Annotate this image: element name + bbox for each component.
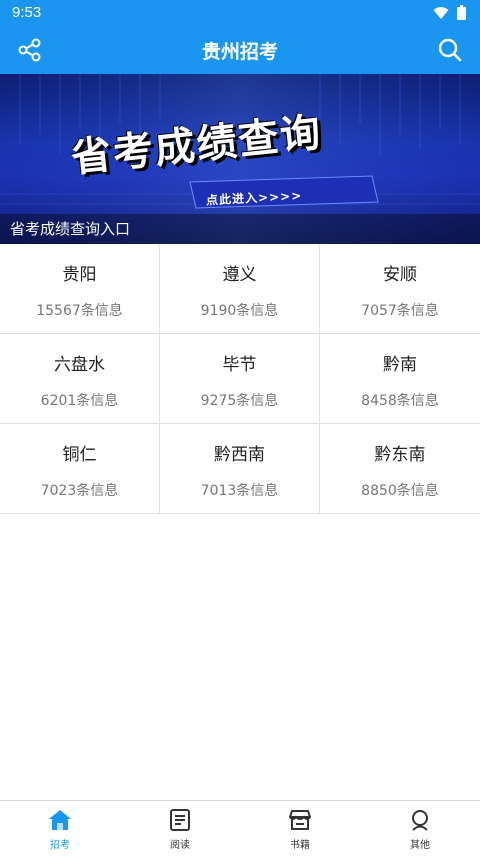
region-name: 铜仁: [62, 445, 97, 465]
region-cell-anshun[interactable]: 安顺 7057条信息: [320, 244, 480, 334]
person-icon: [412, 810, 428, 831]
home-icon: [49, 810, 71, 830]
region-count: 7013条信息: [200, 483, 279, 499]
banner-caption: 省考成绩查询入口: [0, 214, 480, 244]
region-cell-guiyang[interactable]: 贵阳 15567条信息: [0, 244, 160, 334]
tab-label: 其他: [410, 840, 430, 851]
region-cell-qianxinan[interactable]: 黔西南 7013条信息: [160, 424, 320, 514]
app-bar: 贵州招考: [0, 26, 480, 74]
grid-row: 贵阳 15567条信息 遵义 9190条信息 安顺 7057条信息: [0, 244, 480, 334]
region-cell-bijie[interactable]: 毕节 9275条信息: [160, 334, 320, 424]
region-name: 安顺: [383, 265, 417, 285]
status-bar: 9:53: [0, 0, 480, 26]
battery-icon: [457, 5, 466, 20]
search-icon[interactable]: [437, 37, 463, 63]
region-name: 六盘水: [54, 355, 105, 375]
grid-row: 六盘水 6201条信息 毕节 9275条信息 黔南 8458条信息: [0, 334, 480, 424]
store-icon: [289, 810, 311, 830]
region-count: 8458条信息: [361, 393, 439, 409]
tab-books[interactable]: 书籍: [240, 801, 360, 856]
tab-label: 书籍: [290, 840, 310, 851]
tab-reading[interactable]: 阅读: [120, 801, 240, 856]
region-cell-qiandongnan[interactable]: 黔东南 8850条信息: [320, 424, 480, 514]
tab-other[interactable]: 其他: [360, 801, 480, 856]
status-time: 9:53: [12, 4, 42, 21]
region-count: 9190条信息: [200, 303, 279, 319]
region-count: 7023条信息: [40, 483, 119, 499]
region-count: 7057条信息: [361, 303, 439, 319]
region-count: 9275条信息: [200, 393, 279, 409]
tab-label: 阅读: [170, 840, 190, 851]
region-grid: 贵阳 15567条信息 遵义 9190条信息 安顺 7057条信息 六盘水 62…: [0, 244, 480, 514]
grid-row: 铜仁 7023条信息 黔西南 7013条信息 黔东南 8850条信息: [0, 424, 480, 514]
bottom-tab-bar: 招考 阅读 书籍 其他: [0, 800, 480, 856]
region-cell-qiannan[interactable]: 黔南 8458条信息: [320, 334, 480, 424]
tab-zhaokao[interactable]: 招考: [0, 801, 120, 856]
region-name: 黔东南: [374, 445, 426, 465]
region-count: 15567条信息: [36, 303, 123, 319]
app-title: 贵州招考: [201, 41, 278, 63]
region-count: 6201条信息: [40, 393, 119, 409]
banner[interactable]: 省考成绩查询 点此进入>>>> 省考成绩查询入口: [0, 74, 480, 244]
status-icons: [433, 5, 466, 20]
region-name: 黔西南: [214, 445, 265, 465]
region-name: 贵阳: [62, 265, 97, 285]
region-name: 毕节: [222, 355, 257, 375]
wifi-icon: [433, 6, 449, 19]
reading-icon: [170, 809, 190, 831]
region-cell-tongren[interactable]: 铜仁 7023条信息: [0, 424, 160, 514]
tab-label: 招考: [50, 840, 70, 851]
region-cell-liupanshui[interactable]: 六盘水 6201条信息: [0, 334, 160, 424]
region-count: 8850条信息: [361, 483, 439, 499]
region-name: 黔南: [383, 355, 417, 375]
region-name: 遵义: [222, 265, 257, 285]
region-cell-zunyi[interactable]: 遵义 9190条信息: [160, 244, 320, 334]
